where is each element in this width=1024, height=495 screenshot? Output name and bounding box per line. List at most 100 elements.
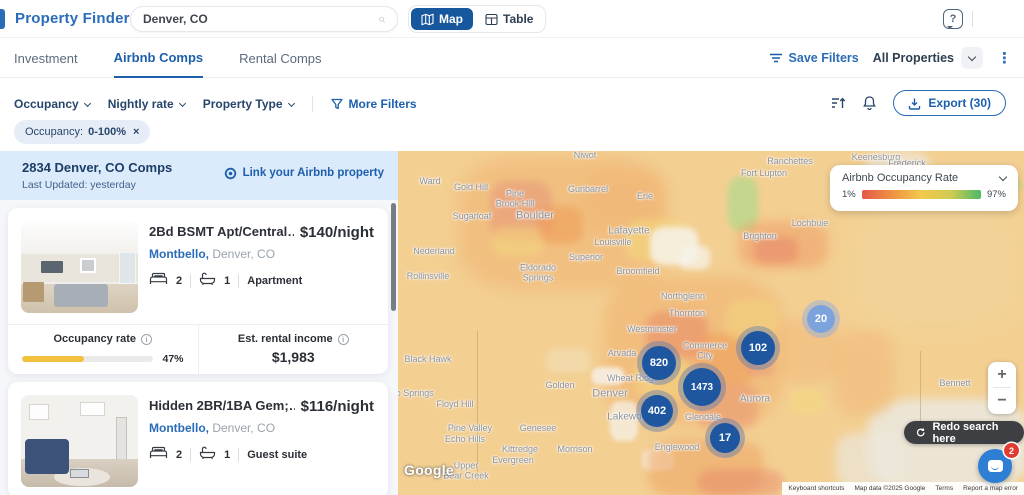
filter-lines-icon <box>769 52 783 64</box>
chevron-down-icon <box>287 99 294 106</box>
chip-value: 0-100% <box>88 126 126 138</box>
map-legend: Airbnb Occupancy Rate 1% 97% <box>830 165 1018 211</box>
sort-icon[interactable] <box>831 96 846 110</box>
map-view-button[interactable]: Map <box>411 8 473 30</box>
tab-airbnb-comps[interactable]: Airbnb Comps <box>114 38 204 78</box>
beds-count: 2 <box>176 449 182 461</box>
info-icon[interactable]: i <box>141 334 152 345</box>
map-cluster-1473[interactable]: 1473 <box>683 368 721 406</box>
table-view-label: Table <box>503 12 533 26</box>
chevron-down-icon <box>179 99 186 106</box>
results-panel: 2834 Denver, CO Comps Last Updated: yest… <box>0 151 398 495</box>
legend-min: 1% <box>842 189 856 200</box>
map-cluster-17[interactable]: 17 <box>710 423 740 453</box>
more-filters-button[interactable]: More Filters <box>331 97 417 111</box>
map-cluster-20[interactable]: 20 <box>807 305 835 333</box>
map-icon <box>421 13 434 26</box>
help-icon[interactable]: ? <box>943 9 963 29</box>
chevron-down-icon[interactable] <box>961 47 983 69</box>
tab-rental-comps[interactable]: Rental Comps <box>239 38 321 78</box>
export-button[interactable]: Export (30) <box>893 90 1006 116</box>
filter-chips: Occupancy: 0-100%× <box>14 120 150 144</box>
filter-actions: Export (30) <box>831 88 1006 118</box>
kebab-menu-icon[interactable]: ⋮ <box>997 51 1012 66</box>
chat-icon <box>988 460 1003 472</box>
occupancy-rate-label: Occupancy rate <box>53 333 136 345</box>
attribution-map-data-2025-google[interactable]: Map data ©2025 Google <box>854 485 925 492</box>
app-title: Property Finder <box>15 10 130 27</box>
attribution-terms[interactable]: Terms <box>935 485 953 492</box>
search-input[interactable] <box>143 12 378 26</box>
sidebar-toggle-notch[interactable] <box>0 9 5 29</box>
tab-bar: Investment Airbnb Comps Rental Comps <box>14 38 322 78</box>
baths-count: 1 <box>224 275 230 287</box>
attribution-keyboard-shortcuts[interactable]: Keyboard shortcuts <box>788 485 844 492</box>
map-cluster-102[interactable]: 102 <box>741 331 775 365</box>
property-photo <box>21 395 138 487</box>
table-icon <box>485 13 498 26</box>
results-title: 2834 Denver, CO Comps <box>22 160 172 175</box>
link-airbnb-property-button[interactable]: Link your Airbnb property <box>224 165 384 181</box>
properties-dropdown[interactable]: All Properties <box>873 47 983 69</box>
property-card[interactable]: Hidden 2BR/1BA Gem;…$116/nightMontbello,… <box>8 382 388 495</box>
bed-icon <box>149 446 168 464</box>
legend-chevron-icon[interactable] <box>999 172 1007 180</box>
map-canvas[interactable]: NiwotKeenesburgFrederickRanchettesFort L… <box>398 151 1024 495</box>
property-photo <box>21 221 138 313</box>
bell-icon[interactable] <box>862 95 877 111</box>
map-cluster-820[interactable]: 820 <box>642 346 676 380</box>
bed-icon <box>149 446 168 459</box>
map-attribution: Keyboard shortcuts Map data ©2025 Google T… <box>782 482 1024 495</box>
legend-title: Airbnb Occupancy Rate <box>842 172 958 184</box>
city-label: Denver, CO <box>209 421 275 435</box>
filter-dropdown-occupancy[interactable]: Occupancy <box>14 97 90 111</box>
zoom-in-button[interactable]: + <box>988 362 1016 387</box>
occupancy-progress <box>22 356 153 362</box>
results-panel-header: 2834 Denver, CO Comps Last Updated: yest… <box>0 151 398 200</box>
filter-dropdown-label: Nightly rate <box>108 97 174 111</box>
bath-icon <box>199 446 216 464</box>
chip-close-icon[interactable]: × <box>133 126 139 138</box>
legend-max: 97% <box>987 189 1006 200</box>
property-type: Apartment <box>247 275 302 287</box>
export-label: Export (30) <box>928 96 991 110</box>
save-filters-button[interactable]: Save Filters <box>769 51 859 65</box>
attribution-report-a-map-error[interactable]: Report a map error <box>963 485 1018 492</box>
filter-dropdown-property-type[interactable]: Property Type <box>203 97 294 111</box>
redo-search-button[interactable]: Redo search here <box>904 421 1024 444</box>
location-search[interactable]: ⌕ <box>130 6 398 32</box>
occupancy-rate-value: 47% <box>162 353 183 365</box>
view-toggle: Map Table <box>408 5 546 33</box>
property-location: Montbello, Denver, CO <box>149 247 374 261</box>
property-location: Montbello, Denver, CO <box>149 421 374 435</box>
map-view-label: Map <box>439 12 463 26</box>
zoom-out-button[interactable]: − <box>988 388 1016 413</box>
tab-investment[interactable]: Investment <box>14 38 78 78</box>
search-icon[interactable]: ⌕ <box>378 11 385 27</box>
map-cluster-402[interactable]: 402 <box>641 395 673 427</box>
neighborhood-link[interactable]: Montbello, <box>149 421 209 435</box>
filter-dropdown-nightly-rate[interactable]: Nightly rate <box>108 97 185 111</box>
results-last-updated: Last Updated: yesterday <box>22 179 172 191</box>
legend-gradient-bar <box>862 190 981 199</box>
tabs-right: Save Filters All Properties ⋮ <box>769 38 1012 78</box>
target-icon <box>224 167 237 180</box>
bath-icon <box>199 272 216 290</box>
property-card[interactable]: 2Bd BSMT Apt/Central…$140/nightMontbello… <box>8 208 388 374</box>
neighborhood-link[interactable]: Montbello, <box>149 247 209 261</box>
google-logo: Google <box>404 462 454 478</box>
est-income-stat: Est. rental incomei$1,983 <box>198 325 389 374</box>
properties-dropdown-value: All Properties <box>873 51 954 65</box>
occupancy-stat: Occupancy rate i 47% <box>8 325 198 374</box>
tabs-row: Investment Airbnb Comps Rental Comps Save … <box>0 38 1024 78</box>
map-zoom-control: + − <box>988 362 1016 414</box>
property-type: Guest suite <box>247 449 307 461</box>
table-view-button[interactable]: Table <box>475 8 543 30</box>
filter-chip-occupancy: Occupancy: 0-100%× <box>14 120 150 144</box>
property-title[interactable]: 2Bd BSMT Apt/Central… <box>149 224 294 239</box>
info-icon[interactable]: i <box>338 334 349 345</box>
property-title[interactable]: Hidden 2BR/1BA Gem;… <box>149 398 295 413</box>
top-header: Property Finder ⌕ Map Table ? <box>0 0 1024 38</box>
scrollbar[interactable] <box>391 203 396 311</box>
refresh-icon <box>916 427 925 438</box>
